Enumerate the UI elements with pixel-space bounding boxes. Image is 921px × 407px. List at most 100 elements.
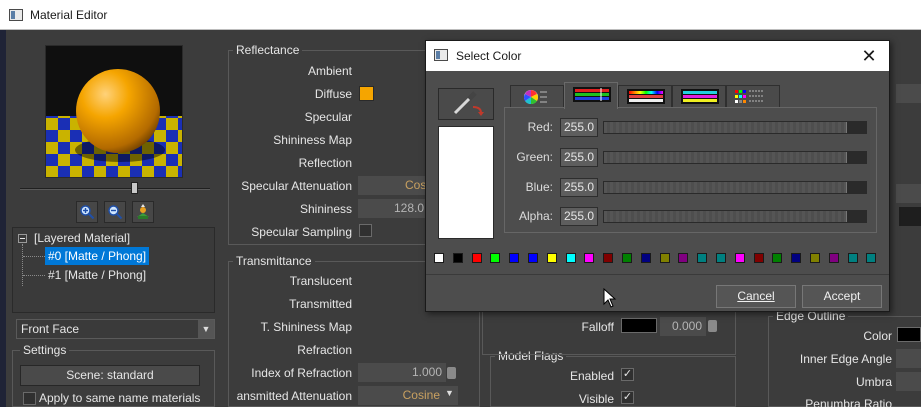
index-of-refraction-label: Index of Refraction xyxy=(251,366,352,380)
enabled-label: Enabled xyxy=(569,369,614,383)
select-color-dialog: Select Color ✕ Red: 255.0 Green: 255.0 B… xyxy=(425,40,890,312)
index-of-refraction-field[interactable]: 1.000 xyxy=(358,363,446,382)
palette-swatch[interactable] xyxy=(622,253,632,263)
palette-swatch[interactable] xyxy=(452,253,463,263)
palette-swatch[interactable] xyxy=(509,253,520,263)
edge-color-swatch[interactable] xyxy=(897,327,921,342)
slider-thumb[interactable] xyxy=(131,182,138,194)
green-slider-knob[interactable] xyxy=(846,152,866,163)
zoom-out-button[interactable] xyxy=(104,201,126,223)
diffuse-label: Diffuse xyxy=(314,87,352,101)
palette-swatch[interactable] xyxy=(734,253,745,263)
red-slider[interactable] xyxy=(603,121,867,134)
zoom-in-button[interactable] xyxy=(76,201,98,223)
palette-swatch[interactable] xyxy=(640,253,651,263)
face-select-combo[interactable]: Front Face ▼ xyxy=(16,319,215,339)
tree-collapse-toggle[interactable] xyxy=(18,234,27,243)
apply-same-name-label: Apply to same name materials xyxy=(39,391,201,405)
right-field-1[interactable] xyxy=(896,84,921,103)
palette-swatch[interactable] xyxy=(772,253,783,263)
specular-sampling-checkbox[interactable] xyxy=(359,224,372,237)
palette-swatch[interactable] xyxy=(716,253,726,263)
translucent-label: Translucent xyxy=(289,274,352,288)
close-icon[interactable]: ✕ xyxy=(859,46,879,66)
face-select-value: Front Face xyxy=(21,322,80,336)
cmy-bars-icon xyxy=(681,89,719,104)
visible-checkbox[interactable]: ✓ xyxy=(621,391,634,404)
tree-root-layered-material[interactable]: [Layered Material] xyxy=(34,229,130,247)
blue-slider-knob[interactable] xyxy=(846,182,866,193)
umbra-field[interactable] xyxy=(896,372,921,391)
ior-spinner-icon[interactable] xyxy=(447,367,456,379)
zoom-out-icon xyxy=(108,205,123,220)
palette-swatch[interactable] xyxy=(753,253,764,263)
palette-swatch[interactable] xyxy=(471,253,482,263)
green-slider[interactable] xyxy=(603,151,867,164)
tab-hsv-bars[interactable] xyxy=(618,85,672,107)
alpha-slider[interactable] xyxy=(603,210,867,223)
falloff-group xyxy=(482,310,736,355)
material-tree[interactable]: [Layered Material] #0 [Matte / Phong] #1… xyxy=(12,227,215,313)
inner-edge-angle-field[interactable] xyxy=(896,349,921,368)
reflectance-group-title: Reflectance xyxy=(233,43,303,57)
palette-swatch[interactable] xyxy=(565,253,576,263)
chevron-down-icon[interactable]: ▼ xyxy=(198,320,214,338)
window-title: Material Editor xyxy=(30,8,108,22)
preview-scene-button[interactable] xyxy=(132,201,154,223)
tab-cmy-bars[interactable] xyxy=(672,85,726,107)
alpha-value-field[interactable]: 255.0 xyxy=(560,207,598,226)
palette-swatch[interactable] xyxy=(546,253,557,263)
palette-swatch[interactable] xyxy=(528,253,538,263)
palette-swatch[interactable] xyxy=(490,253,501,263)
palette-swatch[interactable] xyxy=(828,253,839,263)
blue-value-field[interactable]: 255.0 xyxy=(560,178,598,197)
transmitted-attenuation-combo[interactable]: Cosine xyxy=(358,386,458,405)
green-value-field[interactable]: 255.0 xyxy=(560,148,598,167)
dialog-titlebar: Select Color ✕ xyxy=(426,41,889,71)
palette-swatch[interactable] xyxy=(791,253,802,263)
shininess-field[interactable]: 128.0 xyxy=(358,199,428,218)
dialog-separator xyxy=(426,274,889,275)
palette-swatch[interactable] xyxy=(434,253,444,263)
palette-swatch[interactable] xyxy=(678,253,689,263)
palette-swatch[interactable] xyxy=(697,253,708,263)
specular-attenuation-combo[interactable]: Cos xyxy=(358,176,428,195)
palette-swatch[interactable] xyxy=(603,253,614,263)
tab-rgb-sliders[interactable] xyxy=(564,82,618,109)
alpha-label: Alpha: xyxy=(518,209,553,223)
palette-swatch[interactable] xyxy=(810,253,820,263)
specular-attenuation-label: Specular Attenuation xyxy=(241,179,352,193)
right-field-3[interactable] xyxy=(899,207,921,226)
rgb-sliders-icon xyxy=(573,87,611,102)
tree-item-material-0[interactable]: #0 [Matte / Phong] xyxy=(45,247,150,265)
apply-same-name-checkbox[interactable] xyxy=(23,392,36,405)
left-edge-strip xyxy=(0,30,6,407)
palette-grid-icon xyxy=(735,90,763,103)
red-value-field[interactable]: 255.0 xyxy=(560,118,598,137)
palette-swatch[interactable] xyxy=(847,253,858,263)
chevron-down-icon[interactable]: ▼ xyxy=(445,388,454,398)
tab-color-wheel[interactable] xyxy=(510,85,564,107)
diffuse-color-swatch[interactable] xyxy=(359,86,374,101)
preview-zoom-slider[interactable] xyxy=(20,182,210,194)
tree-item-material-1[interactable]: #1 [Matte / Phong] xyxy=(48,266,146,284)
palette-swatch[interactable] xyxy=(584,253,595,263)
accept-button[interactable]: Accept xyxy=(802,285,882,308)
palette-swatch[interactable] xyxy=(866,253,877,263)
right-field-2[interactable] xyxy=(896,184,921,203)
blue-slider[interactable] xyxy=(603,181,867,194)
edge-color-label: Color xyxy=(863,329,892,343)
red-slider-knob[interactable] xyxy=(846,122,866,133)
ambient-label: Ambient xyxy=(307,64,352,78)
tab-palette-grid[interactable] xyxy=(726,85,780,107)
shininess-map-label: Shininess Map xyxy=(273,133,352,147)
enabled-checkbox[interactable]: ✓ xyxy=(621,368,634,381)
cancel-button[interactable]: Cancel xyxy=(716,285,796,308)
palette-swatch[interactable] xyxy=(659,253,670,263)
material-preview[interactable] xyxy=(45,45,183,178)
scene-standard-button[interactable]: Scene: standard xyxy=(20,365,200,386)
eyedropper-button[interactable] xyxy=(438,88,494,120)
cancel-button-label: Cancel xyxy=(737,289,775,303)
blue-slider-fill xyxy=(604,182,866,193)
alpha-slider-knob[interactable] xyxy=(846,211,866,222)
